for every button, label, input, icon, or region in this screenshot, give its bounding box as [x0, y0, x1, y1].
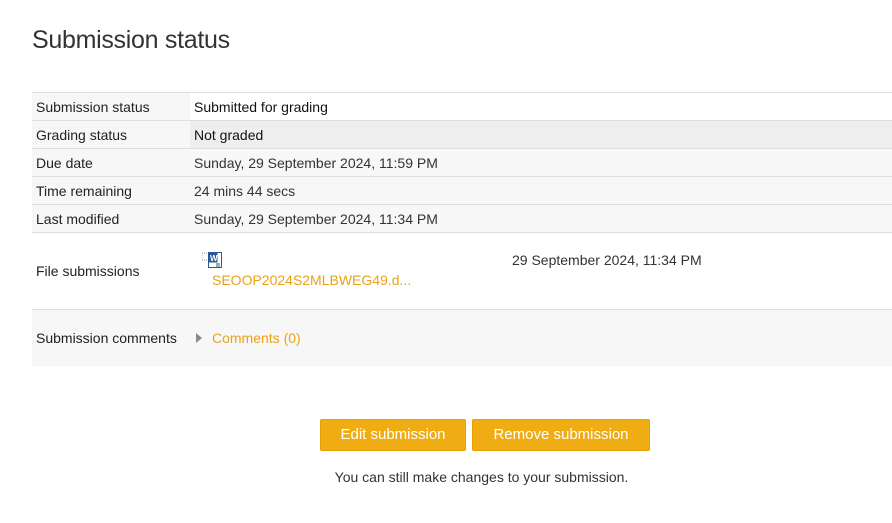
grading-status-label: Grading status: [32, 120, 190, 149]
time-remaining-row: Time remaining 24 mins 44 secs: [32, 176, 892, 205]
file-submissions-label: File submissions: [32, 232, 190, 310]
remove-submission-button[interactable]: Remove submission: [472, 419, 650, 451]
comments-link[interactable]: Comments (0): [212, 330, 301, 346]
last-modified-row: Last modified Sunday, 29 September 2024,…: [32, 204, 892, 233]
edit-help-text: You can still make changes to your submi…: [334, 469, 629, 485]
due-date-row: Due date Sunday, 29 September 2024, 11:5…: [32, 148, 892, 177]
expand-caret-icon[interactable]: [196, 332, 202, 343]
svg-text:W: W: [210, 254, 218, 263]
submission-comments-cell: Comments (0): [190, 309, 892, 366]
submission-status-label: Submission status: [32, 92, 190, 121]
submission-comments-row: Submission comments Comments (0): [32, 309, 892, 366]
file-submissions-row: File submissions W SEOOP2024S2MLBWEG49.d…: [32, 232, 892, 310]
submission-status-row: Submission status Submitted for grading: [32, 92, 892, 121]
comments-toggle[interactable]: Comments (0): [194, 330, 301, 346]
last-modified-value: Sunday, 29 September 2024, 11:34 PM: [190, 204, 892, 233]
page-title: Submission status: [32, 26, 230, 54]
word-doc-icon: W: [201, 251, 224, 269]
grading-status-row: Grading status Not graded: [32, 120, 892, 149]
submitted-file-link[interactable]: SEOOP2024S2MLBWEG49.d...: [212, 272, 411, 288]
due-date-value: Sunday, 29 September 2024, 11:59 PM: [190, 148, 892, 177]
submission-actions: Edit submission Remove submission: [320, 419, 650, 451]
edit-submission-button[interactable]: Edit submission: [320, 419, 466, 451]
file-submissions-cell: W SEOOP2024S2MLBWEG49.d... 29 September …: [190, 232, 892, 310]
time-remaining-label: Time remaining: [32, 176, 190, 205]
time-remaining-value: 24 mins 44 secs: [190, 176, 892, 205]
file-submitted-date: 29 September 2024, 11:34 PM: [512, 252, 702, 268]
submission-status-value: Submitted for grading: [190, 92, 892, 121]
last-modified-label: Last modified: [32, 204, 190, 233]
due-date-label: Due date: [32, 148, 190, 177]
submission-comments-label: Submission comments: [32, 309, 190, 366]
grading-status-value: Not graded: [190, 120, 892, 149]
submission-status-table: Submission status Submitted for grading …: [32, 92, 892, 366]
